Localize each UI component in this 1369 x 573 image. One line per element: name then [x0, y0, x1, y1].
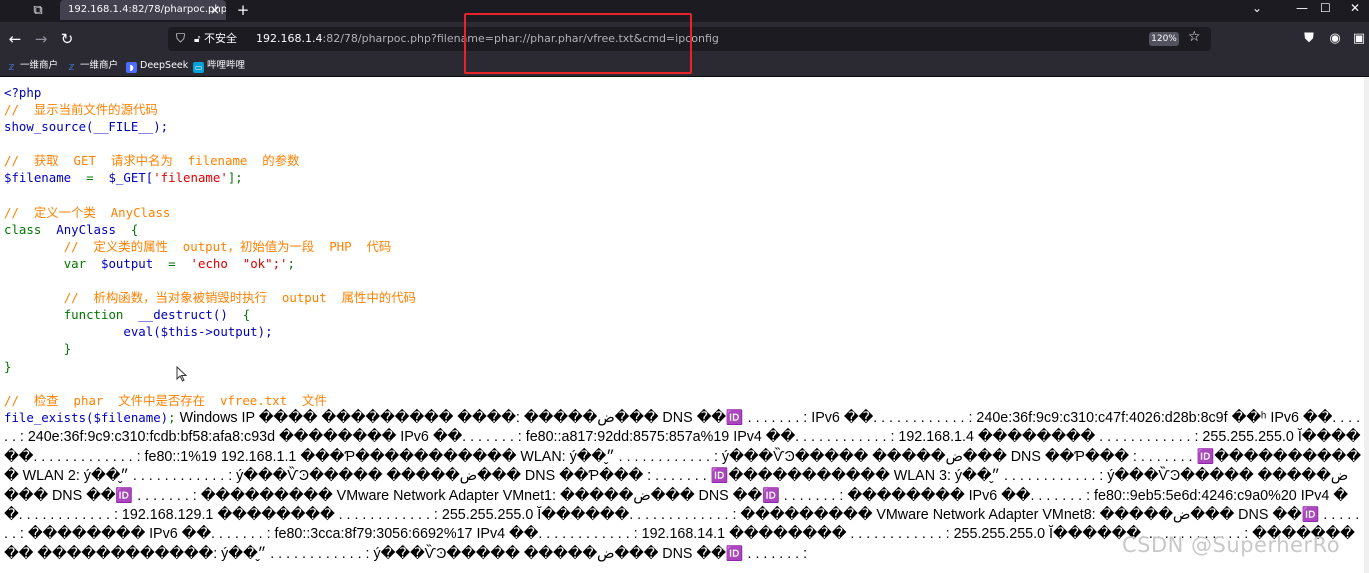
code-token: ;	[287, 255, 295, 271]
close-tab-icon[interactable]: ×	[210, 0, 220, 20]
code-token: ;	[168, 410, 176, 425]
code-token: __destruct()	[138, 307, 228, 323]
code-string: 'filename'	[153, 170, 228, 186]
tracking-shield-icon[interactable]: ⛉	[176, 31, 185, 46]
code-keyword: var	[63, 255, 87, 271]
account-icon[interactable]: ◉	[1326, 30, 1344, 48]
code-line: show_source(__FILE__);	[4, 119, 169, 135]
list-tabs-chevron-icon[interactable]: ⌄	[1252, 1, 1262, 15]
zoom-level-badge[interactable]: 120%	[1149, 32, 1179, 46]
code-token: file_exists($filename)	[4, 410, 169, 425]
bookmark-label: DeepSeek	[140, 60, 189, 71]
code-token: }	[4, 358, 12, 374]
pocket-icon[interactable]: ⛊	[1300, 30, 1318, 48]
bookmark-label: 一维商户	[20, 60, 59, 71]
tab-title: 192.168.1.4:82/78/pharpoc.php?f	[68, 4, 226, 15]
bookmark-item[interactable]: ℤ 一维商户	[6, 58, 59, 74]
code-line: eval($this->output);	[123, 324, 273, 340]
code-comment: // 定义类的属性 output，初始值为一段 PHP 代码	[63, 238, 392, 254]
code-token: =	[168, 255, 176, 271]
code-keyword: function	[63, 307, 124, 323]
bookmark-star-icon[interactable]: ☆	[1188, 29, 1201, 45]
code-token: $_GET[	[108, 170, 154, 186]
deepseek-whale-icon: ◗	[126, 62, 137, 73]
code-keyword: class	[4, 221, 42, 237]
code-comment: // 获取 GET 请求中名为 filename 的参数	[4, 153, 300, 169]
code-token: AnyClass	[56, 221, 116, 237]
code-token: {	[242, 307, 251, 323]
code-token: $output	[101, 255, 154, 271]
forward-arrow-icon[interactable]: →	[32, 30, 50, 48]
code-comment: // 显示当前文件的源代码	[4, 102, 158, 118]
minimize-window-icon[interactable]: —	[1296, 1, 1308, 15]
extensions-icon[interactable]: ▣	[1350, 30, 1368, 48]
code-token: }	[63, 341, 72, 357]
csdn-watermark: CSDN @SuperherRo	[1122, 533, 1341, 557]
url-host: 192.168.1.4	[256, 32, 323, 45]
url-payload-highlight-box	[464, 13, 692, 74]
close-window-icon[interactable]: ✕	[1350, 1, 1360, 15]
insecure-connection-indicator[interactable]: 🔓︎ 不安全	[194, 30, 237, 48]
zv-logo-icon: ℤ	[68, 63, 75, 72]
php-source-listing: <?php // 显示当前文件的源代码 show_source(__FILE__…	[4, 84, 416, 409]
php-open-tag: <?php	[4, 85, 42, 100]
bookmark-label: 一维商户	[80, 60, 119, 71]
broken-lock-icon: 🔓︎	[194, 34, 201, 45]
bookmark-item[interactable]: ◗ DeepSeek	[126, 58, 188, 74]
bookmark-label: 哔哩哔哩	[207, 60, 246, 71]
insecure-label: 不安全	[203, 32, 237, 45]
code-string: 'echo "ok";'	[190, 255, 288, 271]
bookmark-item[interactable]: ▭ 哔哩哔哩	[193, 58, 245, 74]
code-comment: // 定义一个类 AnyClass	[4, 204, 171, 220]
code-token: $filename	[4, 170, 72, 186]
code-token: =	[86, 170, 94, 186]
code-token: ];	[227, 170, 243, 186]
back-arrow-icon[interactable]: ←	[6, 30, 24, 48]
tab-overview-icon[interactable]: ⧉	[28, 2, 48, 20]
new-tab-button[interactable]: +	[233, 0, 253, 20]
bookmark-item[interactable]: ℤ 一维商户	[66, 58, 119, 74]
bilibili-icon: ▭	[193, 62, 204, 73]
code-comment: // 检查 phar 文件中是否存在 vfree.txt 文件	[4, 392, 327, 408]
reload-icon[interactable]: ↻	[58, 30, 76, 48]
mouse-pointer-icon	[176, 366, 188, 382]
vertical-scrollbar[interactable]	[1364, 77, 1369, 573]
code-comment: // 析构函数，当对象被销毁时执行 output 属性中的代码	[63, 290, 416, 306]
tab-active[interactable]: 192.168.1.4:82/78/pharpoc.php?f ×	[60, 0, 226, 20]
zv-logo-icon: ℤ	[8, 63, 15, 72]
maximize-window-icon[interactable]: ☐	[1320, 1, 1331, 15]
code-token: {	[130, 221, 139, 237]
